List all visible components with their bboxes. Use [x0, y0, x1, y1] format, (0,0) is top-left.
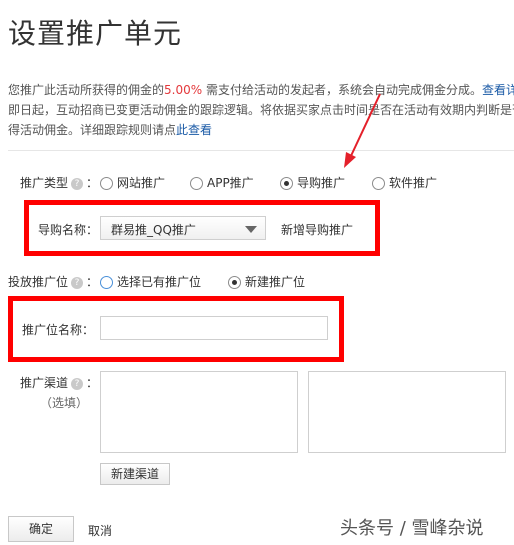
guide-name-label: 导购名称： — [38, 223, 99, 237]
help-icon[interactable]: ? — [71, 377, 84, 390]
radio-website-promotion[interactable]: 网站推广 — [100, 174, 165, 191]
placement-name-label: 推广位名称： — [22, 323, 95, 337]
watermark: 头条号 / 雪峰杂说 — [340, 518, 484, 539]
help-icon[interactable]: ? — [71, 276, 84, 289]
placement-label: 投放推广位?： — [8, 275, 99, 289]
guide-name-select[interactable]: 群易推_QQ推广 — [100, 216, 266, 240]
help-icon[interactable]: ? — [71, 177, 84, 190]
radio-selected-icon[interactable] — [228, 276, 241, 289]
placement-name-input[interactable] — [100, 316, 328, 340]
channel-label: 推广渠道?： — [20, 376, 99, 390]
description-line-3: 得活动佣金。详细跟踪规则请点此查看 — [8, 123, 213, 137]
radio-icon[interactable] — [190, 177, 203, 190]
radio-guide-promotion[interactable]: 导购推广 — [280, 174, 345, 191]
radio-selected-icon[interactable] — [280, 177, 293, 190]
cancel-link[interactable]: 取消 — [88, 522, 112, 539]
chevron-down-icon[interactable] — [245, 226, 257, 233]
divider — [8, 150, 514, 151]
view-details-link[interactable]: 查看详 — [482, 83, 514, 97]
add-guide-link[interactable]: 新增导购推广 — [281, 221, 353, 238]
description: 您推广此活动所获得的佣金的5.00% 需支付给活动的发起者，系统会自动完成佣金分… — [8, 80, 514, 140]
promotion-type-label: 推广类型?： — [20, 176, 99, 190]
confirm-button[interactable]: 确定 — [8, 516, 74, 542]
channel-list-right[interactable] — [308, 371, 506, 453]
radio-existing-placement[interactable]: 选择已有推广位 — [100, 273, 201, 290]
radio-app-promotion[interactable]: APP推广 — [190, 174, 254, 191]
radio-icon[interactable] — [100, 276, 113, 289]
description-line-2: 即日起，互动招商已变更活动佣金的跟踪逻辑。将依据买家点击时间是否在活动有效期内判… — [8, 103, 514, 117]
commission-rate: 5.00% — [164, 83, 203, 97]
new-channel-button[interactable]: 新建渠道 — [100, 463, 170, 485]
page-title: 设置推广单元 — [8, 17, 183, 50]
radio-icon[interactable] — [372, 177, 385, 190]
radio-new-placement[interactable]: 新建推广位 — [228, 273, 305, 290]
radio-software-promotion[interactable]: 软件推广 — [372, 174, 437, 191]
channel-list-left[interactable] — [100, 371, 298, 453]
description-line-1: 您推广此活动所获得的佣金的5.00% 需支付给活动的发起者，系统会自动完成佣金分… — [8, 80, 514, 100]
channel-optional-label: （选填） — [40, 396, 89, 410]
tracking-rules-link[interactable]: 此查看 — [176, 123, 212, 137]
annotation-arrow-icon — [344, 93, 381, 168]
radio-icon[interactable] — [100, 177, 113, 190]
